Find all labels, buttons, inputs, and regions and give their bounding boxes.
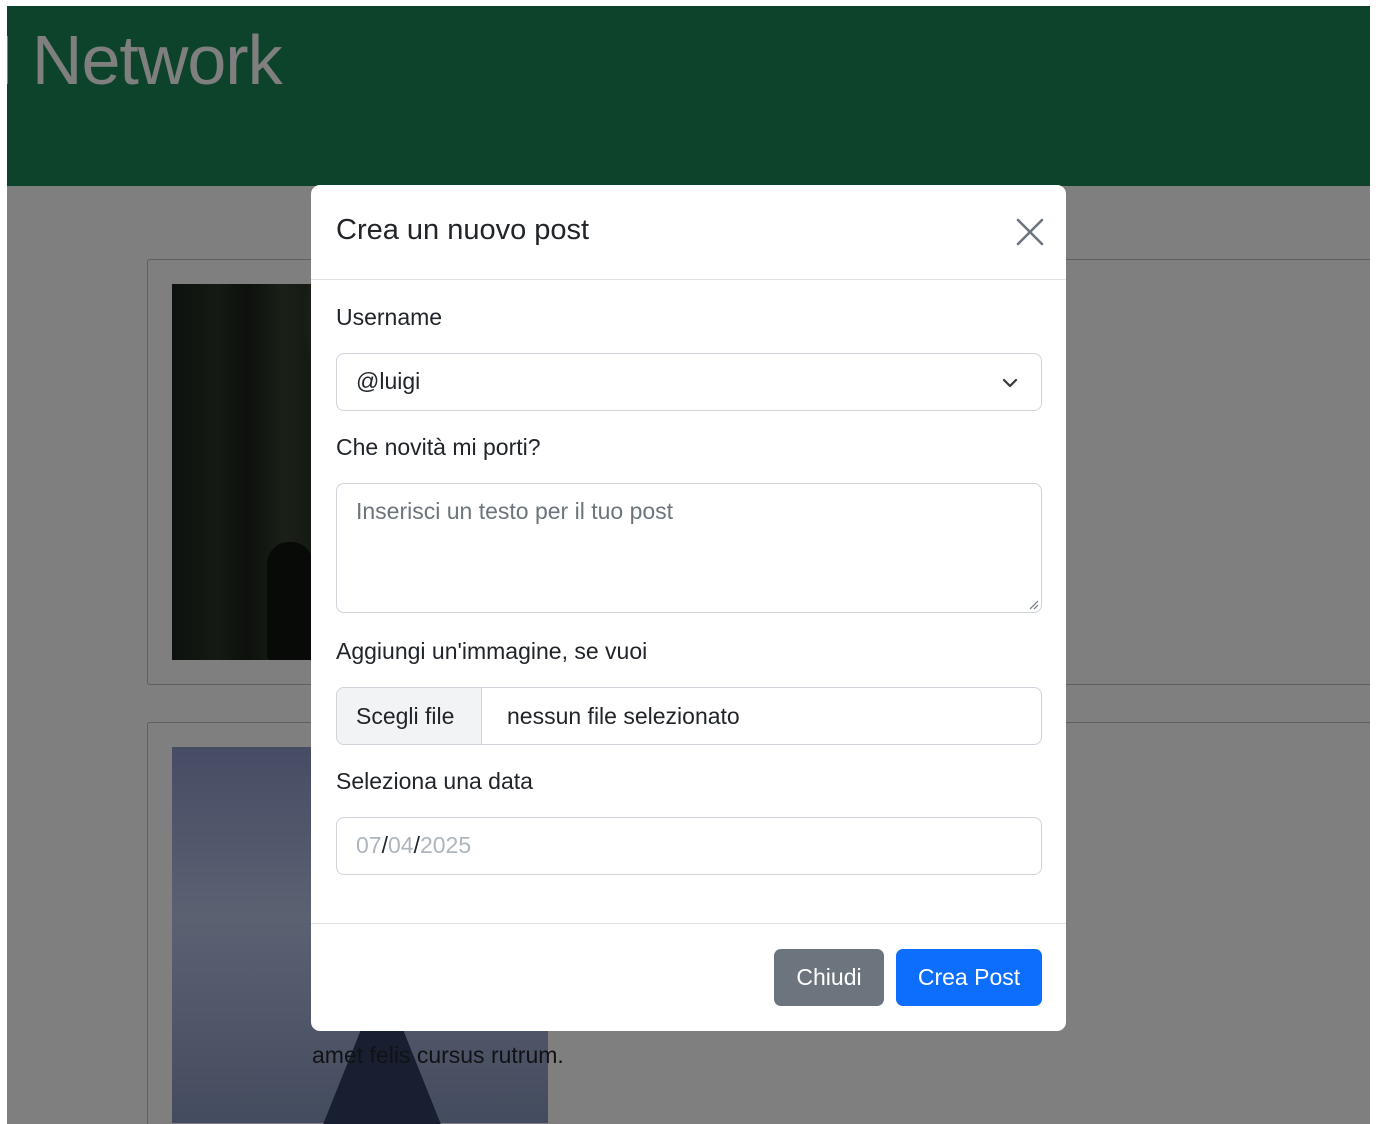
create-post-button[interactable]: Crea Post [896,949,1042,1006]
frame-edge [0,0,1379,6]
post-text-placeholder: Inserisci un testo per il tuo post [356,498,674,524]
frame-edge [0,0,7,1124]
date-month[interactable]: 04 [388,832,414,858]
date-day[interactable]: 07 [356,832,382,858]
post-text-area[interactable]: Inserisci un testo per il tuo post [336,483,1042,613]
file-status-text: nessun file selezionato [507,703,740,729]
modal-footer: Chiudi Crea Post [311,923,1066,1031]
date-input[interactable]: 07/04/2025 [336,817,1042,875]
resize-handle-icon[interactable] [1027,598,1039,610]
modal-header: Crea un nuovo post [311,185,1066,280]
image-label: Aggiungi un'immagine, se vuoi [336,638,648,664]
frame-edge [1370,0,1379,1124]
choose-file-button[interactable]: Scegli file [337,688,482,744]
image-file-input[interactable]: Scegli file nessun file selezionato [336,687,1042,745]
close-button[interactable]: Chiudi [774,949,884,1006]
post-text-label: Che novità mi porti? [336,434,541,460]
choose-file-label: Scegli file [356,703,455,729]
create-post-modal: Crea un nuovo post Username @luigi Che n… [311,185,1066,1031]
username-select[interactable]: @luigi [336,353,1042,411]
date-label: Seleziona una data [336,768,533,794]
close-modal-button[interactable] [1013,215,1047,249]
chevron-down-icon [1002,378,1018,388]
close-icon [1016,218,1044,246]
username-label: Username [336,304,443,330]
date-value: 07/04/2025 [356,832,471,859]
modal-title: Crea un nuovo post [336,214,590,246]
date-year[interactable]: 2025 [420,832,471,858]
username-selected-value: @luigi [356,368,421,394]
